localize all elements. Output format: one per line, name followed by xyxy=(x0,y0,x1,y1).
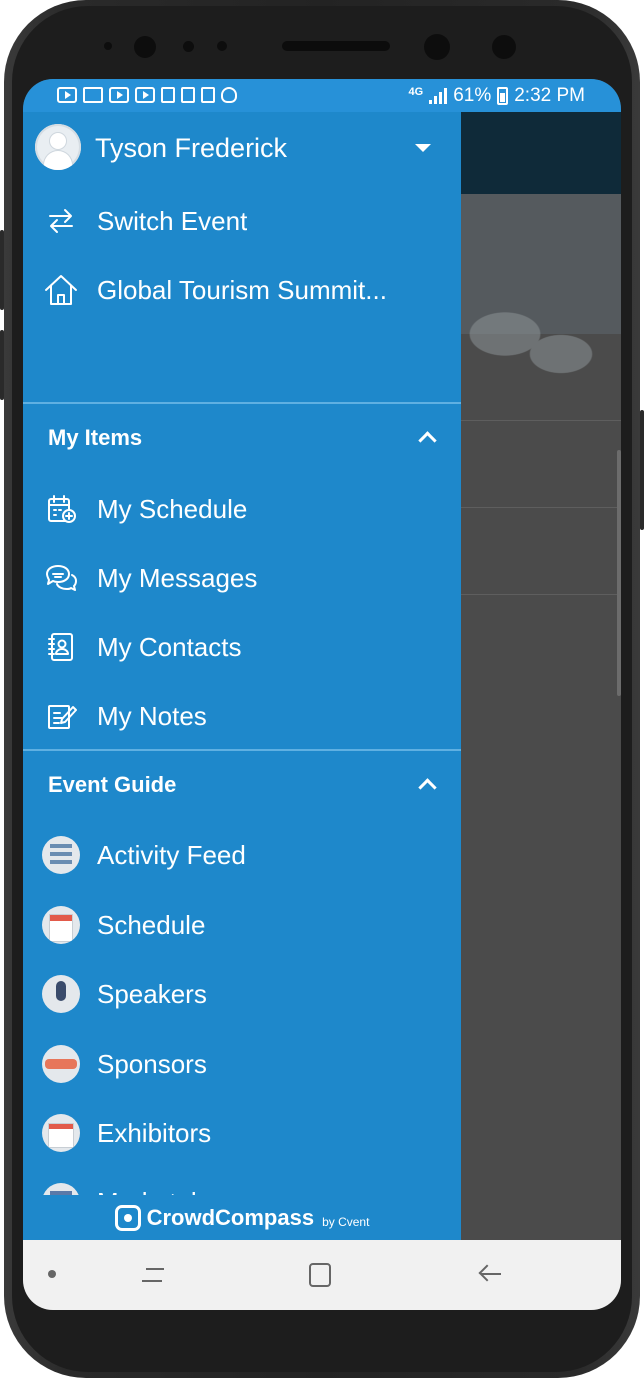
phone-icon xyxy=(201,87,215,103)
activity-feed-icon xyxy=(41,835,81,875)
sensor-dot xyxy=(104,42,112,50)
schedule-item[interactable]: Schedule xyxy=(23,900,461,950)
clock: 2:32 PM xyxy=(514,85,585,106)
signal-icon xyxy=(429,88,448,104)
world-map-image xyxy=(463,294,603,394)
battery-icon xyxy=(497,87,509,105)
switch-arrows-icon xyxy=(41,201,81,241)
event-guide-header[interactable]: Event Guide xyxy=(23,767,461,803)
network-type: 4G xyxy=(408,86,424,98)
avatar xyxy=(35,124,81,170)
chat-bubbles-icon xyxy=(41,558,81,598)
my-schedule-label: My Schedule xyxy=(97,493,248,524)
brand-name: CrowdCompass xyxy=(146,1204,315,1230)
divider xyxy=(23,402,461,404)
youtube-icon xyxy=(109,87,129,103)
scrollbar[interactable] xyxy=(617,450,621,696)
my-notes-label: My Notes xyxy=(97,700,207,731)
my-messages-label: My Messages xyxy=(97,562,258,593)
crowdcompass-logo-icon xyxy=(114,1204,141,1231)
exhibitors-label: Exhibitors xyxy=(97,1117,212,1148)
contact-book-icon xyxy=(41,627,81,667)
brand-footer: CrowdCompass by Cvent xyxy=(23,1195,461,1240)
sensor-dot xyxy=(217,41,227,51)
exhibitors-item[interactable]: Exhibitors xyxy=(23,1108,461,1158)
home-button-icon[interactable] xyxy=(309,1263,331,1287)
gmail-icon xyxy=(83,87,103,103)
volume-button xyxy=(0,230,4,310)
recent-apps-icon[interactable] xyxy=(142,1262,166,1286)
divider xyxy=(23,749,461,751)
bixby-button xyxy=(0,330,4,400)
sponsors-label: Sponsors xyxy=(97,1048,207,1079)
earpiece-speaker xyxy=(282,41,390,51)
my-items-header[interactable]: My Items xyxy=(23,420,461,456)
brand-by: by Cvent xyxy=(322,1214,370,1229)
handshake-icon xyxy=(41,1044,81,1084)
my-schedule-item[interactable]: My Schedule xyxy=(23,484,461,534)
android-nav-bar xyxy=(23,1240,621,1310)
calendar-icon xyxy=(161,87,175,103)
event-home-item[interactable]: Global Tourism Summit... xyxy=(23,264,461,316)
activity-feed-label: Activity Feed xyxy=(97,839,246,870)
microphone-icon xyxy=(41,974,81,1014)
front-camera xyxy=(424,34,450,60)
speakers-label: Speakers xyxy=(97,978,207,1009)
navigation-drawer: Tyson Frederick Switch Event Global Tour… xyxy=(23,112,461,1240)
event-home-label: Global Tourism Summit... xyxy=(97,274,387,305)
note-pencil-icon xyxy=(41,696,81,736)
sponsors-item[interactable]: Sponsors xyxy=(23,1039,461,1089)
exhibitor-badge-icon xyxy=(41,1113,81,1153)
power-button xyxy=(640,410,644,530)
caret-down-icon[interactable] xyxy=(415,144,431,152)
home-icon xyxy=(41,270,81,310)
section-title: Event Guide xyxy=(48,772,177,797)
section-title: My Items xyxy=(48,425,143,450)
screen: 4G 61% 2:32 PM Tyson Frederick Switch Ev… xyxy=(23,79,621,1310)
calendar-plus-icon xyxy=(41,489,81,529)
my-messages-item[interactable]: My Messages xyxy=(23,553,461,603)
status-bar: 4G 61% 2:32 PM xyxy=(23,79,621,112)
my-contacts-item[interactable]: My Contacts xyxy=(23,622,461,672)
notification-icons xyxy=(57,87,237,103)
schedule-icon xyxy=(41,905,81,945)
speakers-item[interactable]: Speakers xyxy=(23,969,461,1019)
nav-indicator-dot[interactable] xyxy=(48,1270,56,1278)
pencil-icon xyxy=(181,87,195,103)
schedule-label: Schedule xyxy=(97,909,206,940)
sensor-dot xyxy=(183,41,194,52)
activity-feed-item[interactable]: Activity Feed xyxy=(23,830,461,880)
chevron-up-icon[interactable] xyxy=(418,778,437,797)
proximity-sensor xyxy=(134,36,156,58)
chevron-up-icon[interactable] xyxy=(418,431,437,450)
switch-event-item[interactable]: Switch Event xyxy=(23,195,461,247)
user-name: Tyson Frederick xyxy=(95,132,288,163)
user-account-row[interactable]: Tyson Frederick xyxy=(23,122,461,174)
system-status: 4G 61% 2:32 PM xyxy=(409,85,585,107)
back-arrow-icon[interactable] xyxy=(477,1262,501,1286)
iris-sensor xyxy=(492,35,516,59)
snapchat-icon xyxy=(221,87,237,103)
switch-event-label: Switch Event xyxy=(97,205,248,236)
my-notes-item[interactable]: My Notes xyxy=(23,691,461,741)
youtube-icon xyxy=(57,87,77,103)
battery-percent: 61% xyxy=(453,85,492,106)
youtube-icon xyxy=(135,87,155,103)
my-contacts-label: My Contacts xyxy=(97,631,242,662)
